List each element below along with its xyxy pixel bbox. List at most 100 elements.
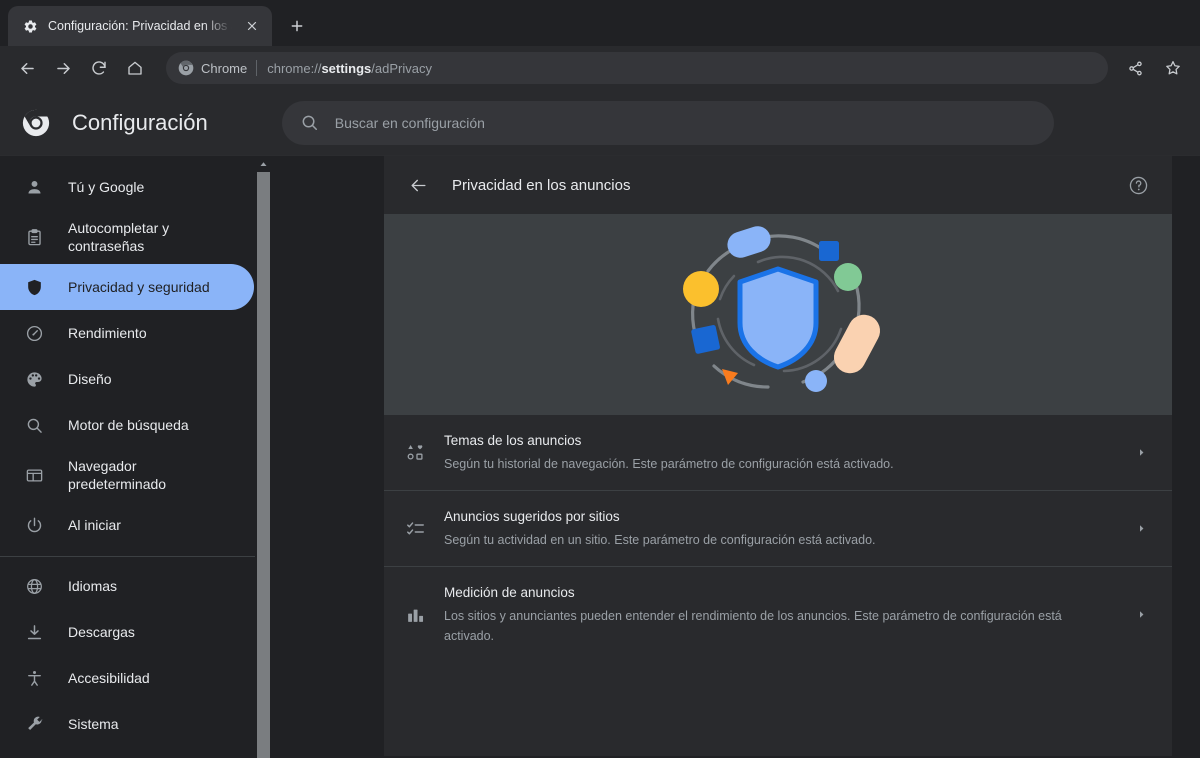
person-icon — [24, 177, 44, 197]
orbit-square-darkblue — [691, 325, 720, 354]
sidebar-item-label: Sistema — [68, 716, 119, 732]
url-bold-part: settings — [321, 60, 372, 76]
browser-toolbar: Chrome chrome://settings/adPrivacy — [0, 46, 1200, 90]
chip-separator — [256, 60, 258, 76]
search-input[interactable] — [281, 100, 1054, 145]
sidebar-item-label: Autocompletar y contraseñas — [68, 220, 170, 254]
url-suffix: /adPrivacy — [371, 60, 432, 76]
accessibility-icon — [24, 668, 44, 688]
settings-header: Configuración — [0, 90, 1200, 156]
sidebar-item-on-startup[interactable]: Al iniciar — [0, 502, 254, 548]
setting-row-title: Anuncios sugeridos por sitios — [444, 509, 620, 524]
sidebar-item-performance[interactable]: Rendimiento — [0, 310, 254, 356]
setting-row-site-suggested-ads[interactable]: Anuncios sugeridos por sitios Según tu a… — [384, 490, 1172, 566]
back-arrow-icon[interactable] — [10, 51, 44, 85]
tab-strip: Configuración: Privacidad en los anuncio… — [0, 0, 1200, 46]
sidebar-item-privacy-security[interactable]: Privacidad y seguridad — [0, 264, 254, 310]
setting-row-subtitle: Según tu actividad en un sitio. Este par… — [444, 533, 876, 547]
sidebar-item-you-and-google[interactable]: Tú y Google — [0, 164, 254, 210]
chrome-logo-icon — [178, 60, 194, 76]
wrench-icon — [24, 714, 44, 734]
settings-card: Privacidad en los anuncios Temas de los … — [384, 156, 1172, 756]
download-icon — [24, 622, 44, 642]
chevron-right-icon[interactable] — [1132, 520, 1150, 538]
chevron-right-icon[interactable] — [1132, 444, 1150, 462]
sidebar-item-label: Privacidad y seguridad — [68, 279, 210, 295]
setting-row-ad-topics[interactable]: Temas de los anuncios Según tu historial… — [384, 414, 1172, 490]
sidebar-item-accessibility[interactable]: Accesibilidad — [0, 655, 254, 701]
orbit-square-blue — [819, 241, 839, 261]
orbit-pill-blue — [727, 226, 771, 258]
setting-row-ad-measurement[interactable]: Medición de anuncios Los sitios y anunci… — [384, 566, 1172, 662]
search-field[interactable] — [334, 114, 1036, 131]
sidebar-divider — [0, 556, 270, 557]
page-title: Configuración — [72, 109, 208, 135]
setting-row-text: Anuncios sugeridos por sitios Según tu a… — [444, 507, 1114, 550]
sidebar-item-search-engine[interactable]: Motor de búsqueda — [0, 402, 254, 448]
setting-row-subtitle: Según tu historial de navegación. Este p… — [444, 457, 894, 471]
chevron-right-icon[interactable] — [1132, 606, 1150, 624]
chevron-up-icon[interactable] — [257, 158, 270, 171]
page-header: Privacidad en los anuncios — [384, 156, 1172, 214]
content-area: Tú y Google Autocompletar y contraseñas … — [0, 156, 1200, 758]
sidebar-item-label: Descargas — [68, 624, 135, 640]
new-tab-button[interactable] — [282, 11, 312, 41]
sidebar-item-label: Idiomas — [68, 578, 118, 594]
help-circle-icon[interactable] — [1122, 169, 1154, 201]
reload-icon[interactable] — [82, 51, 116, 85]
sidebar-item-label: Al iniciar — [68, 517, 121, 533]
bar-chart-icon — [404, 604, 426, 626]
sidebar-item-downloads[interactable]: Descargas — [0, 609, 254, 655]
sidebar-item-label: Rendimiento — [68, 325, 147, 341]
chrome-logo-icon — [18, 105, 54, 141]
shield-icon — [24, 277, 44, 297]
clipboard-icon — [24, 227, 44, 247]
page-title: Privacidad en los anuncios — [452, 176, 631, 194]
address-bar[interactable]: Chrome chrome://settings/adPrivacy — [166, 52, 1108, 84]
sidebar-item-label: Diseño — [68, 371, 112, 387]
sidebar-item-label: Accesibilidad — [68, 670, 150, 686]
settings-sidebar: Tú y Google Autocompletar y contraseñas … — [0, 156, 270, 758]
home-icon[interactable] — [118, 51, 152, 85]
ad-privacy-illustration — [384, 214, 1172, 414]
browser-window-icon — [24, 465, 44, 485]
search-icon — [24, 415, 44, 435]
share-icon[interactable] — [1118, 51, 1152, 85]
orbit-circle-lightblue — [805, 370, 827, 392]
orbit-circle-yellow — [683, 271, 719, 307]
setting-row-title: Medición de anuncios — [444, 585, 575, 600]
setting-row-title: Temas de los anuncios — [444, 433, 582, 448]
star-icon[interactable] — [1156, 51, 1190, 85]
sidebar-item-label: Navegador predeterminado — [68, 458, 167, 492]
browser-tab[interactable]: Configuración: Privacidad en los anuncio… — [8, 6, 272, 46]
back-arrow-icon[interactable] — [402, 169, 434, 201]
sidebar-item-languages[interactable]: Idiomas — [0, 563, 254, 609]
sidebar-item-appearance[interactable]: Diseño — [0, 356, 254, 402]
gear-icon — [22, 18, 38, 34]
speedometer-icon — [24, 323, 44, 343]
sidebar-item-label: Motor de búsqueda — [68, 417, 189, 433]
shield-icon — [737, 266, 819, 370]
sidebar-item-label: Tú y Google — [68, 179, 145, 195]
address-bar-url: chrome://settings/adPrivacy — [267, 61, 1102, 76]
setting-row-subtitle: Los sitios y anunciantes pueden entender… — [444, 609, 1062, 643]
url-prefix: chrome:// — [267, 60, 322, 76]
setting-row-text: Temas de los anuncios Según tu historial… — [444, 431, 1114, 474]
palette-icon — [24, 369, 44, 389]
orbit-triangle-orange — [722, 369, 738, 385]
scrollbar-thumb[interactable] — [257, 172, 270, 758]
orbit-circle-green — [834, 263, 862, 291]
globe-icon — [24, 576, 44, 596]
power-icon — [24, 515, 44, 535]
site-chip-label: Chrome — [201, 60, 248, 76]
site-chip: Chrome — [178, 60, 259, 76]
checklist-icon — [404, 518, 426, 540]
sidebar-item-default-browser[interactable]: Navegador predeterminado — [0, 448, 254, 502]
close-icon[interactable] — [242, 16, 262, 36]
sidebar-item-system[interactable]: Sistema — [0, 701, 254, 747]
search-icon — [300, 113, 319, 132]
forward-arrow-icon[interactable] — [46, 51, 80, 85]
sidebar-scrollbar[interactable] — [255, 156, 270, 758]
sidebar-item-autofill-passwords[interactable]: Autocompletar y contraseñas — [0, 210, 254, 264]
toolbar-right-actions — [1118, 51, 1190, 85]
